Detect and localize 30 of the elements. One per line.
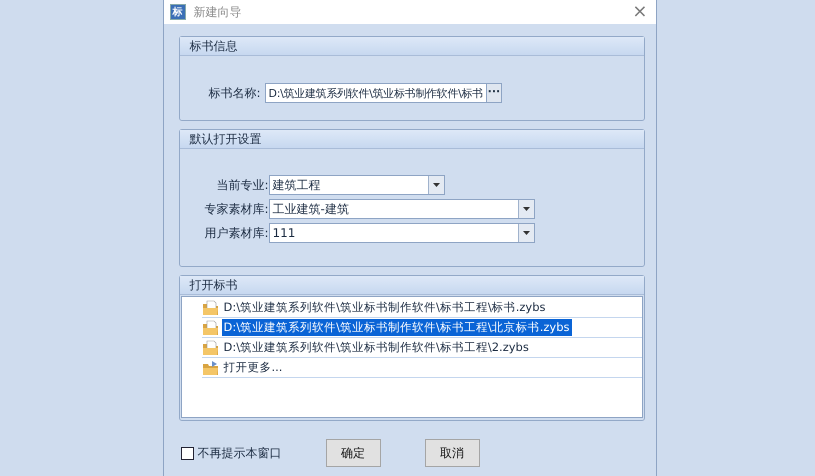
browse-button[interactable]: ··· <box>486 83 502 103</box>
list-item[interactable]: D:\筑业建筑系列软件\筑业标书制作软件\标书工程\北京标书.zybs <box>222 319 572 336</box>
close-button[interactable]: × <box>632 3 648 21</box>
input-field[interactable]: D:\筑业建筑系列软件\筑业标书制作软件\标书 <box>264 83 487 103</box>
field-label: 标书名称: <box>208 84 261 102</box>
dropdown-arrow-icon <box>522 207 530 211</box>
dropdown-arrow-icon <box>522 231 530 235</box>
field-label: 当前专业: <box>215 176 268 194</box>
list-item[interactable]: 打开更多... <box>222 359 284 376</box>
folder-icon <box>202 340 220 356</box>
group-title: 打开标书 <box>180 276 644 295</box>
dropdown[interactable]: 建筑工程 <box>268 175 444 195</box>
cancel-button[interactable]: 取消 <box>424 439 480 467</box>
field-label: 专家素材库: <box>203 200 268 218</box>
checkbox-label: 不再提示本窗口 <box>198 444 282 462</box>
folder-icon <box>202 320 220 336</box>
ok-button[interactable]: 确定 <box>326 439 380 467</box>
open-folder-icon <box>202 360 220 376</box>
list-item[interactable]: D:\筑业建筑系列软件\筑业标书制作软件\标书工程\2.zybs <box>222 339 531 356</box>
dropdown[interactable]: 111 <box>268 223 534 243</box>
folder-icon <box>202 300 220 316</box>
window-title: 新建向导 <box>194 4 242 20</box>
group-title: 默认打开设置 <box>180 130 644 149</box>
dropdown-arrow-icon <box>432 183 440 187</box>
app-icon: 标 <box>170 4 186 20</box>
list-item[interactable]: D:\筑业建筑系列软件\筑业标书制作软件\标书工程\标书.zybs <box>222 299 548 316</box>
field-label: 用户素材库: <box>203 224 268 242</box>
checkbox[interactable] <box>180 446 194 460</box>
group-title: 标书信息 <box>180 37 644 56</box>
dropdown[interactable]: 工业建筑-建筑 <box>268 199 534 219</box>
